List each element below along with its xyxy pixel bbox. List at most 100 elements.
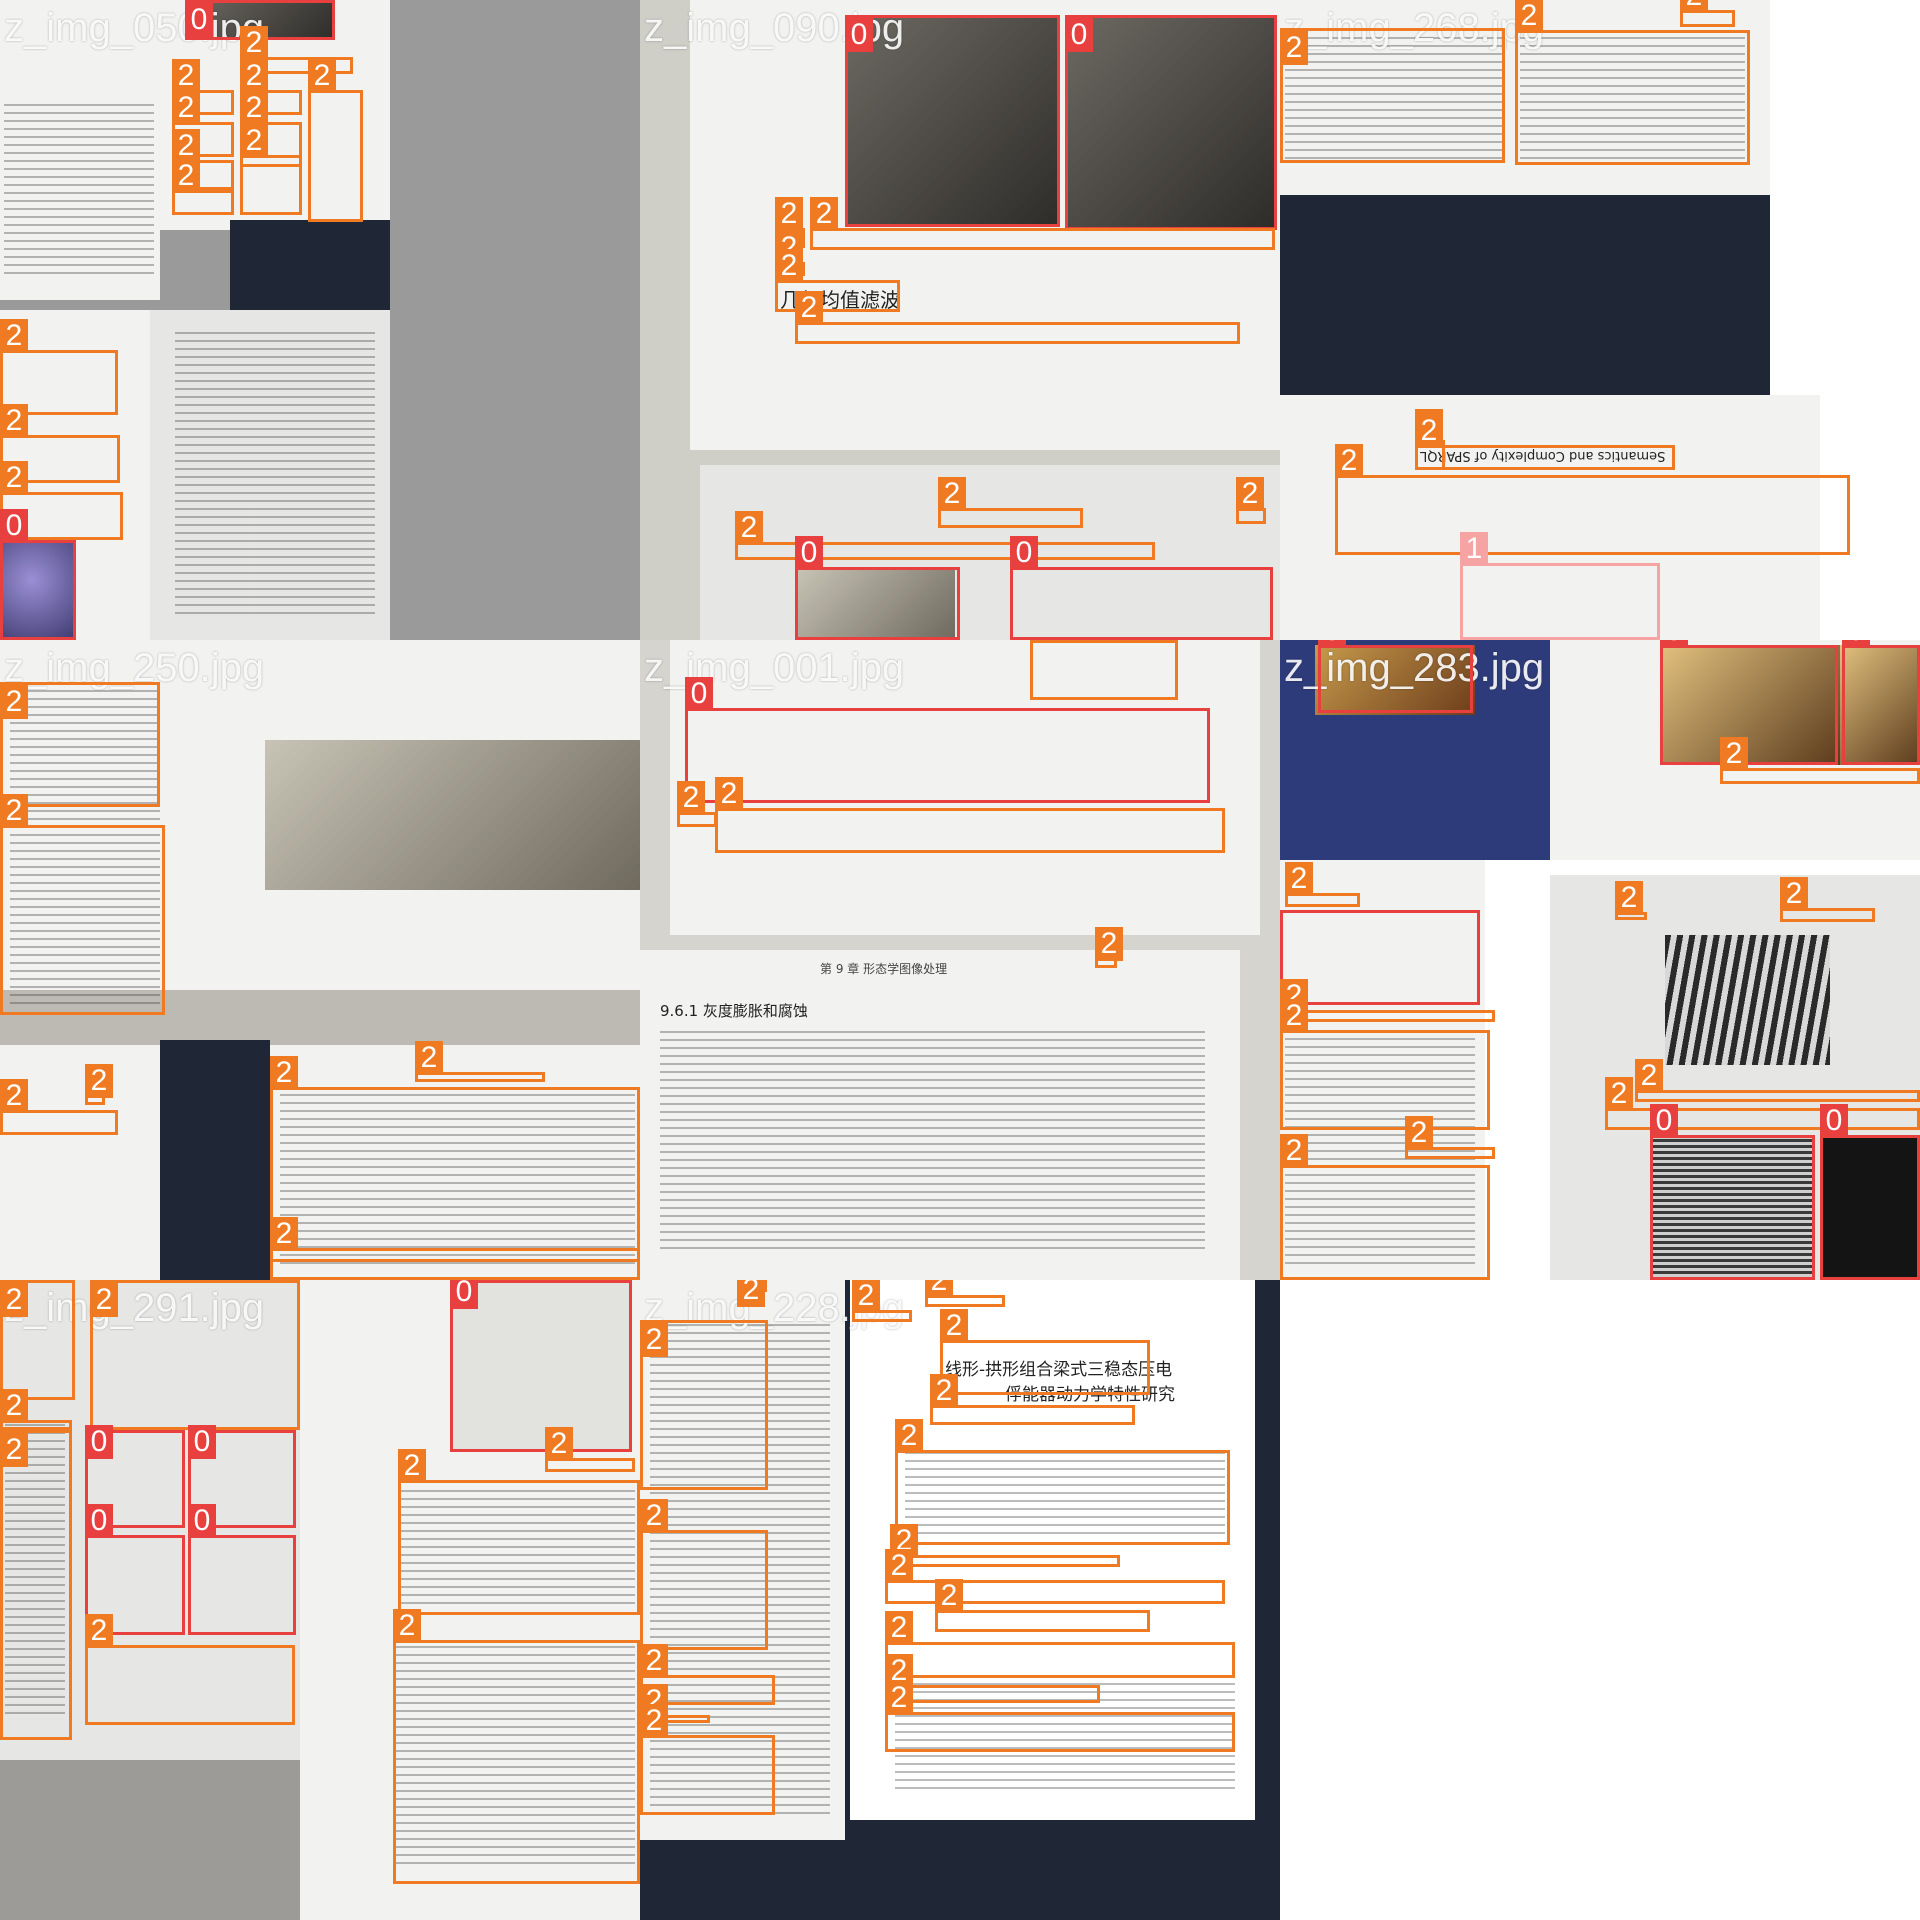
bbox-figure: 0 [685, 677, 1210, 803]
bbox-figure: 0 [1065, 15, 1277, 230]
bbox-text: 2 [715, 777, 1225, 853]
class-tag: 2 [1680, 0, 1708, 13]
bbox-text: 2 [172, 159, 234, 215]
bbox-text: 2 [940, 1309, 1150, 1395]
class-tag: 2 [925, 1280, 953, 1298]
bbox-text: 2 [398, 1449, 640, 1615]
bbox-text: 2 [0, 682, 160, 807]
class-tag: 2 [1615, 881, 1643, 915]
bbox-text: 2 [795, 291, 1240, 344]
bbox-text: 2 [885, 1611, 1235, 1678]
detection-mosaic: z_img_050.jpg 0 2 2 2 2 2 2 2 2 2 2 2 2 … [0, 0, 1920, 1920]
class-tag: 2 [172, 129, 200, 163]
bbox-figure: 0 [188, 1504, 296, 1635]
class-tag: 2 [1236, 477, 1264, 511]
bbox-text: 2 [930, 1374, 1135, 1425]
bbox-text: 2 [640, 1499, 768, 1650]
bbox-text: 2 [640, 1320, 768, 1490]
bbox-text: 2 [1680, 0, 1735, 27]
class-tag: 2 [885, 1681, 913, 1715]
bbox-text: 2 [1236, 477, 1266, 524]
class-tag: 0 [795, 536, 823, 570]
tile-img-250[interactable]: z_img_250.jpg 2 2 2 2 2 2 2 [0, 640, 640, 1280]
class-tag: 2 [677, 781, 705, 815]
class-tag: 2 [240, 124, 268, 158]
bbox-text: 2 [85, 1064, 113, 1105]
class-tag: 2 [895, 1419, 923, 1453]
class-tag: 2 [415, 1041, 443, 1075]
bbox-text: 2 [0, 794, 165, 1015]
class-tag: 2 [940, 1309, 968, 1343]
chapter-header: 第 9 章 形态学图像处理 [820, 962, 948, 976]
class-tag: 1 [1460, 532, 1488, 566]
class-tag: 2 [885, 1611, 913, 1645]
class-tag: 2 [0, 685, 28, 719]
bbox-figure: 0 [1010, 536, 1273, 640]
class-tag: 2 [1515, 0, 1543, 33]
desk-surface [230, 220, 390, 310]
class-tag: 2 [1720, 737, 1748, 771]
bbox-text: 2 [90, 1280, 300, 1430]
totem-photo [265, 740, 640, 890]
bbox-figure: 0 [1842, 640, 1920, 765]
bbox-text: 2 [1335, 444, 1850, 555]
bbox-text: 2 [925, 1280, 1005, 1307]
bbox-text: 2 [885, 1681, 1235, 1752]
bbox-text: 2 [1415, 414, 1675, 470]
class-tag: 0 [450, 1280, 478, 1309]
bbox-text: 2 [415, 1041, 545, 1082]
tile-img-050[interactable]: z_img_050.jpg 0 2 2 2 2 2 2 2 2 2 2 2 2 … [0, 0, 640, 640]
class-tag: 0 [1010, 536, 1038, 570]
class-tag: 0 [0, 509, 28, 543]
class-tag: 0 [845, 18, 873, 52]
bbox-text: 2 [1280, 999, 1490, 1130]
class-tag: 2 [90, 1283, 118, 1317]
tile-img-268[interactable]: Semantics and Complexity of SPARQL z_img… [1280, 0, 1920, 640]
bbox-text: 2 [1405, 1116, 1495, 1159]
bbox-text: 2 [85, 1614, 295, 1725]
class-tag: 2 [1280, 999, 1308, 1033]
class-tag: 2 [1280, 1134, 1308, 1168]
class-tag: 2 [270, 1217, 298, 1251]
bbox-text: 2 [737, 1280, 767, 1307]
desk-surface [160, 1040, 270, 1280]
class-tag: 2 [85, 1064, 113, 1098]
class-tag: 2 [240, 91, 268, 125]
class-tag: 2 [1405, 1116, 1433, 1150]
tile-img-001[interactable]: 第 9 章 形态学图像处理 9.6.1 灰度膨胀和腐蚀 z_img_001.jp… [640, 640, 1280, 1280]
class-tag: 0 [85, 1504, 113, 1538]
class-tag: 2 [0, 404, 28, 438]
bbox-text: 2 [852, 1280, 912, 1322]
bbox-text: 2 [1095, 927, 1123, 968]
class-tag: 0 [1660, 640, 1688, 648]
class-tag: 0 [1820, 1104, 1848, 1138]
class-tag: 2 [545, 1427, 573, 1461]
text-block [4, 100, 154, 280]
class-tag: 2 [640, 1644, 668, 1678]
bbox-text: 2 [1720, 737, 1920, 784]
class-tag: 0 [1065, 18, 1093, 52]
tile-img-228[interactable]: 线形-拱形组合梁式三稳态压电 俘能器动力学特性研究 z_img_228.jpg … [640, 1280, 1280, 1920]
class-tag: 2 [737, 1280, 765, 1307]
class-tag: 2 [1780, 877, 1808, 911]
class-tag: 0 [185, 3, 213, 37]
class-tag: 2 [0, 1389, 28, 1423]
bbox-text: 2 [1780, 877, 1875, 922]
bbox-text: 2 [935, 1579, 1150, 1632]
class-tag: 0 [188, 1504, 216, 1538]
class-tag: 2 [172, 91, 200, 125]
tile-img-090[interactable]: 几何均值滤波 z_img_090.jpg 0 0 2 2 2 2 2 2 2 2… [640, 0, 1280, 640]
bbox-text: 2 [1285, 862, 1360, 907]
class-tag: 2 [1285, 862, 1313, 896]
class-tag: 2 [885, 1549, 913, 1583]
bbox-figure: 0 [1820, 1104, 1920, 1280]
class-tag: 2 [735, 511, 763, 545]
tile-img-283[interactable]: z_img_283.jpg 0 0 0 2 2 0 2 2 2 2 2 2 2 … [1280, 640, 1920, 1280]
class-tag: 2 [1415, 414, 1443, 448]
bbox-text: 2 [640, 1704, 775, 1815]
class-tag: 0 [85, 1425, 113, 1459]
class-tag: 2 [0, 1079, 28, 1113]
bbox-text: 2 [270, 1217, 640, 1280]
class-tag: 2 [640, 1704, 668, 1738]
tile-img-291[interactable]: z_img_291.jpg 2 2 2 2 0 0 0 0 2 0 2 2 2 [0, 1280, 640, 1920]
